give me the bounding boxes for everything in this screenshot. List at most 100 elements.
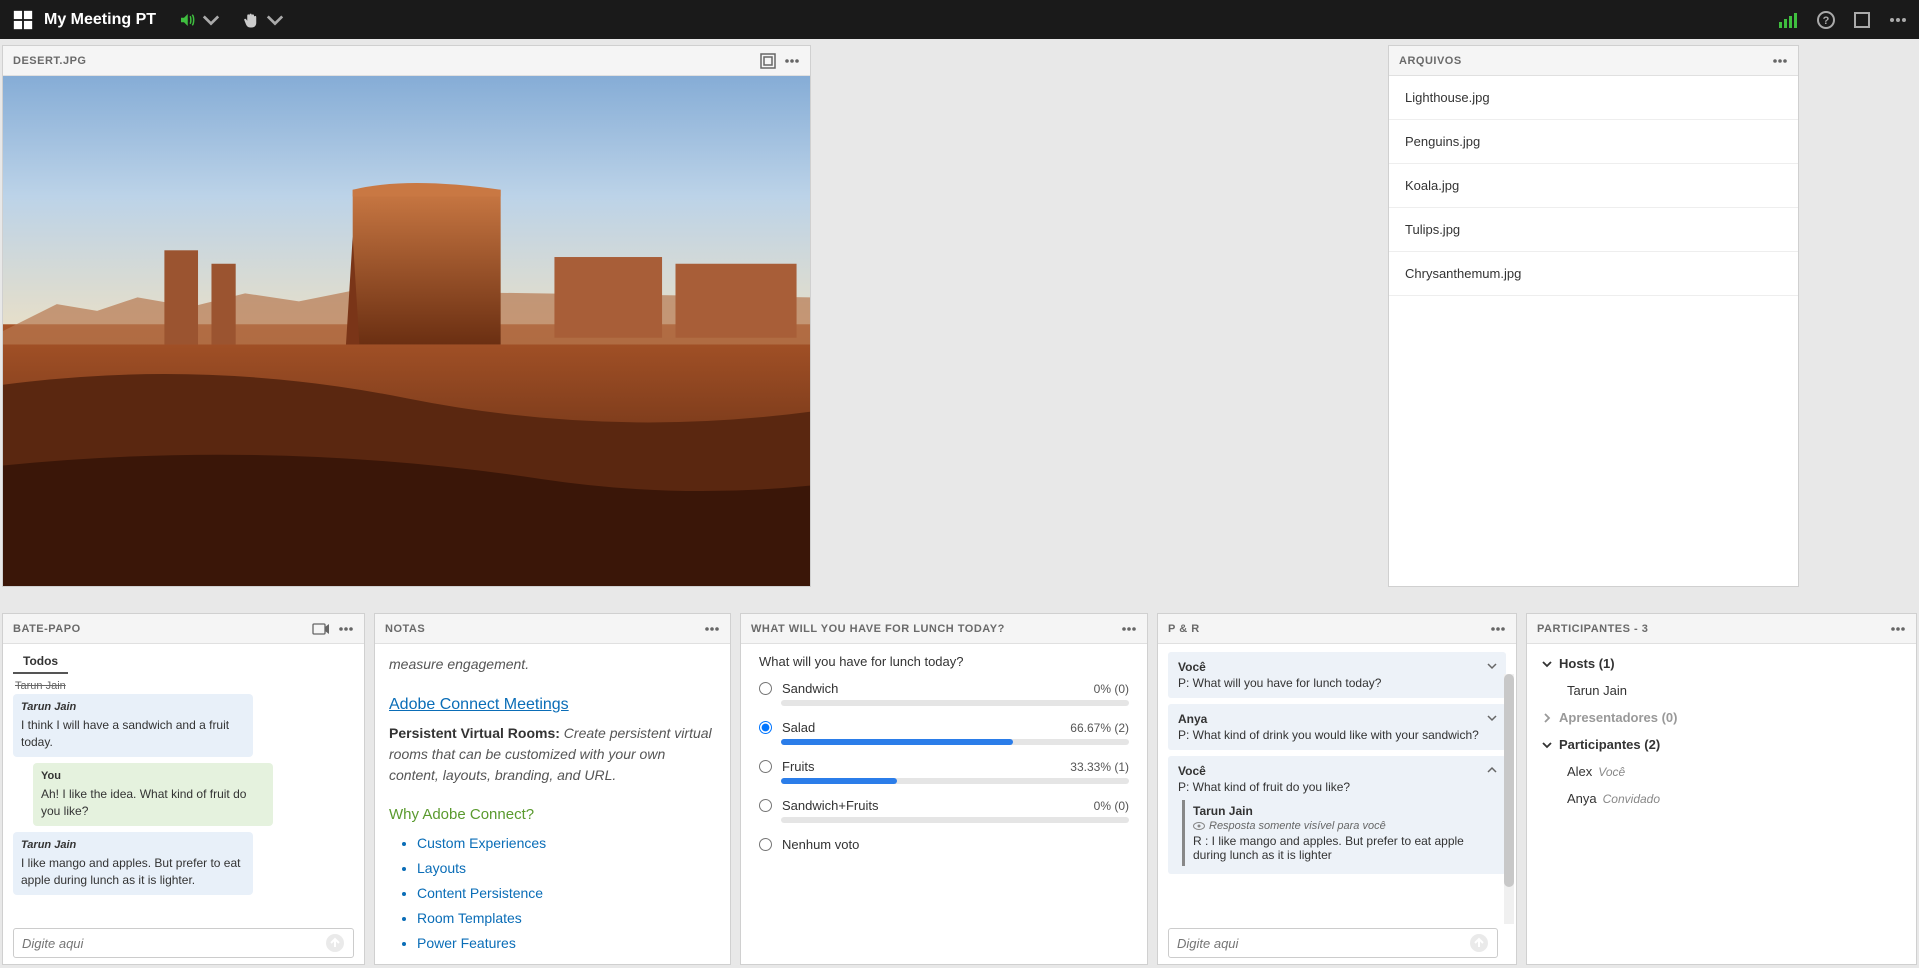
poll-pod-title: WHAT WILL YOU HAVE FOR LUNCH TODAY? — [751, 623, 1005, 635]
qa-scrollbar-thumb[interactable] — [1504, 674, 1514, 887]
qa-pod-title: P & R — [1168, 623, 1200, 635]
share-pod-header: DESERT.JPG — [3, 46, 810, 76]
notes-link-meetings[interactable]: Adobe Connect Meetings — [389, 693, 716, 717]
poll-option-label: Fruits — [782, 759, 1070, 774]
chevron-down-icon[interactable] — [1486, 660, 1498, 672]
qa-answer-from: Tarun Jain — [1193, 804, 1496, 818]
qa-asker: Você — [1178, 764, 1496, 778]
participant-tag: Você — [1598, 765, 1625, 779]
qa-list: VocêP: What will you have for lunch toda… — [1158, 644, 1516, 924]
fullscreen-toggle-icon[interactable] — [760, 53, 776, 69]
participants-section-header[interactable]: Apresentadores (0) — [1527, 704, 1916, 731]
notes-content[interactable]: measure engagement. Adobe Connect Meetin… — [375, 644, 730, 964]
poll-option-radio[interactable] — [759, 682, 772, 695]
participants-section-header[interactable]: Participantes (2) — [1527, 731, 1916, 758]
poll-bar-track — [781, 700, 1129, 706]
chat-prev-sender: Tarun Jain — [13, 680, 354, 694]
workspace: DESERT.JPG — [0, 39, 1919, 968]
poll-option-radio[interactable] — [759, 760, 772, 773]
pod-options-icon[interactable] — [704, 621, 720, 637]
qa-question[interactable]: VocêP: What kind of fruit do you like?Ta… — [1168, 756, 1506, 874]
chevron-up-icon[interactable] — [1486, 764, 1498, 776]
chat-message-list: Tarun JainTarun JainI think I will have … — [3, 674, 364, 924]
notes-why-heading: Why Adobe Connect? — [389, 804, 716, 827]
chevron-down-icon — [1541, 658, 1555, 670]
fullscreen-icon[interactable] — [1853, 11, 1871, 29]
poll-bar-track — [781, 739, 1129, 745]
notes-bullet[interactable]: Custom Experiences — [417, 831, 716, 856]
chat-pod: BATE-PAPO Todos Tarun JainTarun JainI th… — [2, 613, 365, 965]
pod-options-icon[interactable] — [338, 621, 354, 637]
files-pod: ARQUIVOS Lighthouse.jpgPenguins.jpgKoala… — [1388, 45, 1799, 587]
chevron-down-icon — [202, 11, 220, 29]
poll-option[interactable]: Sandwich0% (0) — [759, 681, 1129, 696]
chat-input[interactable] — [22, 936, 325, 951]
participant-name: Anya — [1567, 791, 1597, 806]
qa-input-row — [1168, 928, 1498, 958]
share-content — [3, 76, 810, 586]
pod-options-icon[interactable] — [784, 53, 800, 69]
chat-message: YouAh! I like the idea. What kind of fru… — [33, 763, 273, 826]
qa-question[interactable]: Anya P: What kind of drink you would like… — [1168, 704, 1506, 750]
poll-no-vote-radio[interactable] — [759, 838, 772, 851]
notes-bullet[interactable]: Power Features — [417, 931, 716, 956]
audio-control[interactable] — [178, 11, 220, 29]
notes-bullet[interactable]: Content Persistence — [417, 881, 716, 906]
topbar: My Meeting PT ? — [0, 0, 1919, 39]
participant-entry[interactable]: Tarun Jain — [1527, 677, 1916, 704]
chat-tab-all[interactable]: Todos — [13, 650, 68, 674]
file-item[interactable]: Penguins.jpg — [1389, 120, 1798, 164]
poll-option-percent: 33.33% (1) — [1070, 760, 1129, 774]
topbar-right-icons: ? — [1779, 11, 1907, 29]
notes-bullet[interactable]: Layouts — [417, 856, 716, 881]
chat-message: Tarun JainI think I will have a sandwich… — [13, 694, 253, 757]
pod-options-icon[interactable] — [1490, 621, 1506, 637]
qa-asker: Anya — [1178, 712, 1496, 726]
notes-pod-title: NOTAS — [385, 623, 425, 635]
poll-option-radio[interactable] — [759, 799, 772, 812]
participants-section-header[interactable]: Hosts (1) — [1527, 650, 1916, 677]
poll-option[interactable]: Salad66.67% (2) — [759, 720, 1129, 735]
poll-option-radio[interactable] — [759, 721, 772, 734]
participant-tag: Convidado — [1603, 792, 1660, 806]
poll-option[interactable]: Sandwich+Fruits0% (0) — [759, 798, 1129, 813]
qa-scrollbar[interactable] — [1504, 674, 1514, 924]
participant-entry[interactable]: Anya Convidado — [1527, 785, 1916, 812]
desert-image — [3, 76, 810, 586]
pod-options-icon[interactable] — [1890, 621, 1906, 637]
file-item[interactable]: Tulips.jpg — [1389, 208, 1798, 252]
participants-section-label: Hosts (1) — [1559, 656, 1615, 671]
raise-hand-control[interactable] — [242, 11, 284, 29]
file-item[interactable]: Koala.jpg — [1389, 164, 1798, 208]
poll-option-percent: 66.67% (2) — [1070, 721, 1129, 735]
help-icon[interactable]: ? — [1817, 11, 1835, 29]
participant-entry[interactable]: AlexVocê — [1527, 758, 1916, 785]
chat-popout-icon[interactable] — [312, 621, 330, 637]
qa-question[interactable]: VocêP: What will you have for lunch toda… — [1168, 652, 1506, 698]
chevron-down-icon — [266, 11, 284, 29]
poll-bar-fill — [781, 778, 897, 784]
chevron-down-icon[interactable] — [1486, 712, 1498, 724]
qa-input[interactable] — [1177, 936, 1469, 951]
notes-pod: NOTAS measure engagement. Adobe Connect … — [374, 613, 731, 965]
qa-question-text: P: What kind of drink you would like wit… — [1178, 728, 1496, 742]
chevron-right-icon — [1541, 712, 1555, 724]
notes-bullet[interactable]: Room Templates — [417, 906, 716, 931]
pod-options-icon[interactable] — [1121, 621, 1137, 637]
send-icon[interactable] — [325, 933, 345, 953]
more-menu-icon[interactable] — [1889, 11, 1907, 29]
file-item[interactable]: Chrysanthemum.jpg — [1389, 252, 1798, 296]
poll-option-label: Salad — [782, 720, 1070, 735]
connection-status-icon[interactable] — [1779, 12, 1799, 28]
poll-no-vote-option[interactable]: Nenhum voto — [759, 837, 1129, 852]
chevron-down-icon — [1541, 739, 1555, 751]
poll-bar-track — [781, 778, 1129, 784]
poll-option[interactable]: Fruits33.33% (1) — [759, 759, 1129, 774]
file-item[interactable]: Lighthouse.jpg — [1389, 76, 1798, 120]
participants-pod-title: PARTICIPANTES - 3 — [1537, 623, 1648, 635]
send-icon[interactable] — [1469, 933, 1489, 953]
eye-icon — [1193, 821, 1205, 831]
poll-option-percent: 0% (0) — [1094, 799, 1129, 813]
qa-answer: Tarun JainResposta somente visível para … — [1182, 800, 1496, 866]
pod-options-icon[interactable] — [1772, 53, 1788, 69]
